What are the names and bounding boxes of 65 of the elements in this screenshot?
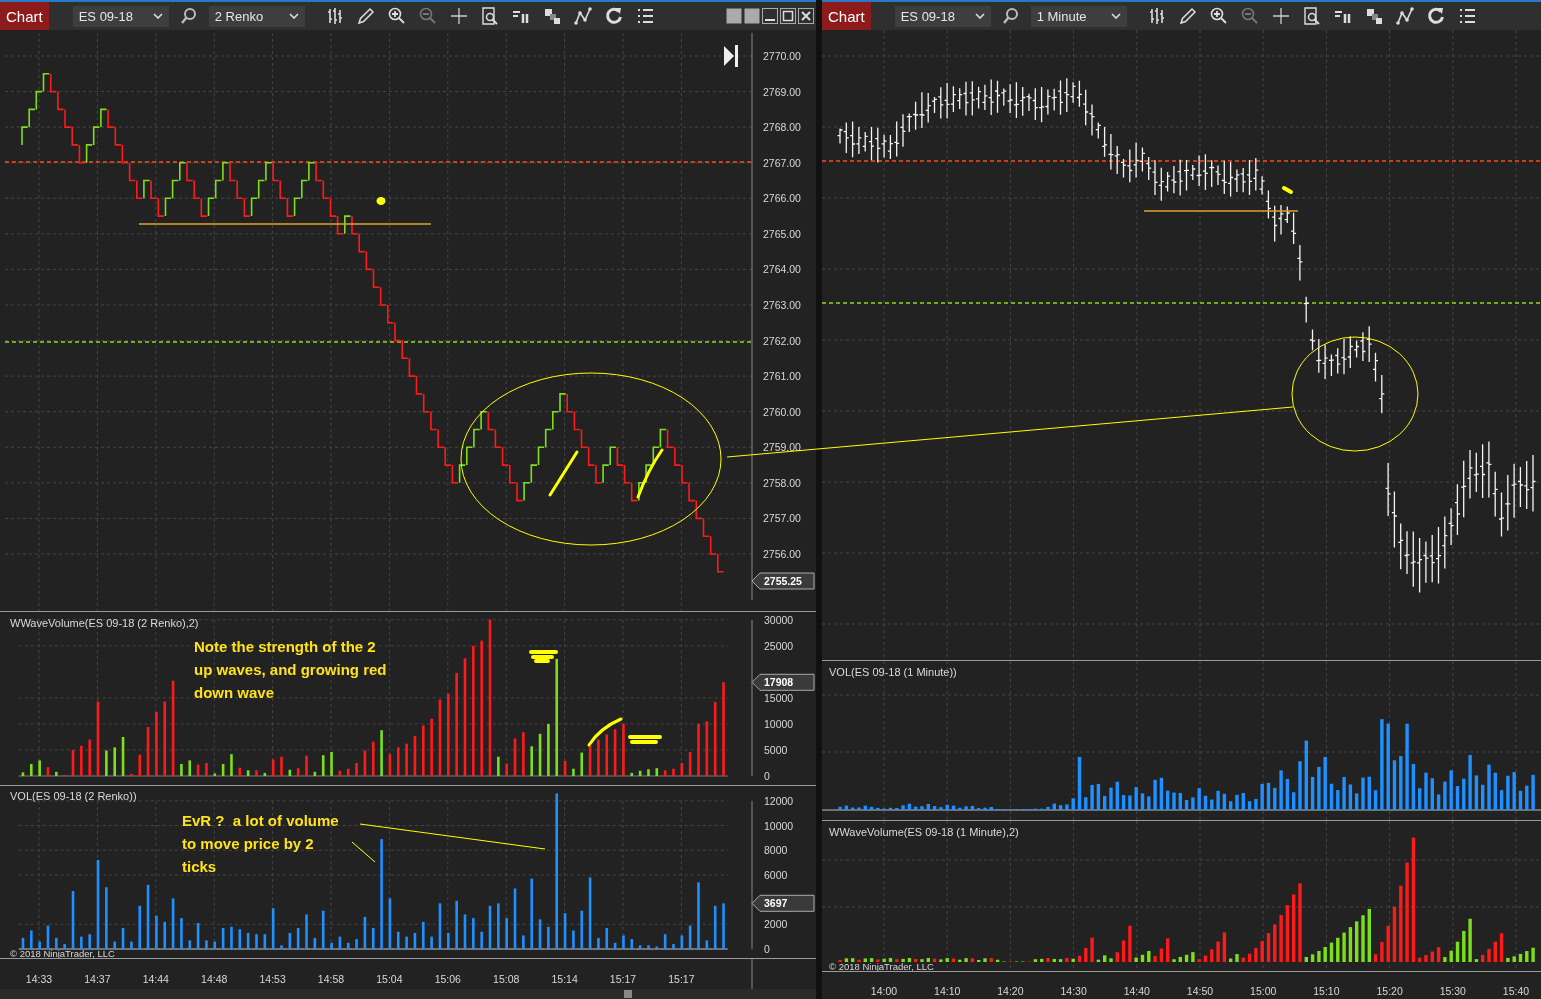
axis-label: 2760.00 [763, 405, 801, 418]
axis-label: 0 [764, 943, 770, 955]
time-label: 15:40 [1502, 985, 1530, 997]
time-label: 15:00 [1250, 985, 1277, 997]
time-label: 14:50 [1186, 985, 1214, 997]
axis-label: 2764.00 [763, 263, 801, 276]
time-label: 15:10 [1313, 985, 1340, 997]
axis-label: 2763.00 [763, 299, 801, 311]
panel-title: WWaveVolume(ES 09-18 (1 Minute),2) [829, 826, 1019, 838]
time-label: 14:40 [1123, 985, 1150, 997]
axis-label: 5000 [764, 743, 788, 756]
value-badge: 3697 [751, 894, 815, 912]
instrument-dropdown[interactable]: ES 09-18 [894, 5, 991, 27]
axis-label: 2770.00 [763, 50, 801, 62]
axis-label: 10000 [764, 819, 794, 832]
axis-label: 6000 [764, 868, 788, 881]
time-label: 14:33 [25, 973, 53, 985]
time-label: 14:30 [1060, 985, 1087, 997]
axis-label: 2765.00 [763, 227, 801, 240]
axis-label: 2769.00 [763, 85, 801, 98]
time-label: 15:14 [551, 973, 578, 985]
annotation-note: EvR ? a lot of volume to move price by 2 ticks [182, 811, 340, 877]
axis-label: 2759.00 [763, 441, 801, 454]
time-label: 15:20 [1376, 985, 1403, 997]
axis-label: 2766.00 [763, 192, 801, 205]
instrument-dropdown[interactable]: ES 09-18 [72, 5, 169, 27]
time-label: 14:10 [934, 985, 961, 997]
time-label: 15:08 [493, 973, 520, 985]
axis-label: 2756.00 [763, 548, 801, 560]
time-label: 14:48 [201, 973, 228, 985]
annotation-note: Note the strength of the 2 up waves, and growing red down wave [194, 637, 388, 703]
time-label: 14:00 [870, 985, 898, 997]
time-label: 15:17 [668, 973, 695, 985]
axis-label: 15000 [764, 691, 794, 704]
axis-label: 2757.00 [763, 512, 801, 525]
time-label: 15:30 [1439, 985, 1466, 997]
interval-dropdown[interactable]: 2 Renko [208, 5, 305, 27]
time-label: 14:53 [259, 973, 286, 985]
time-label: 14:58 [317, 973, 345, 985]
axis-label: 2767.00 [763, 156, 801, 169]
time-label: 14:37 [84, 973, 111, 985]
axis-label: 2762.00 [763, 334, 801, 347]
value-badge: 17908 [751, 673, 815, 691]
time-label: 15:04 [376, 973, 403, 985]
time-label: 15:17 [609, 973, 637, 985]
axis-label: 2768.00 [763, 121, 801, 134]
time-label: 14:44 [142, 973, 169, 985]
axis-label: 25000 [764, 639, 794, 652]
axis-label: 12000 [764, 794, 794, 807]
interval-dropdown[interactable]: 1 Minute [1030, 5, 1127, 27]
panel-title: VOL(ES 09-18 (2 Renko)) [10, 790, 137, 802]
axis-label: 2758.00 [763, 476, 801, 489]
time-label: 14:20 [997, 985, 1024, 997]
value-badge: 2755.25 [751, 572, 815, 590]
axis-label: 8000 [764, 844, 788, 857]
axis-label: 10000 [764, 717, 794, 730]
axis-label: 30000 [764, 613, 794, 626]
panel-title: VOL(ES 09-18 (1 Minute)) [829, 666, 957, 678]
time-label: 15:06 [434, 973, 461, 985]
chart-button[interactable]: Chart [822, 2, 871, 30]
chart-button[interactable]: Chart [0, 2, 49, 30]
axis-label: 0 [764, 770, 770, 782]
axis-label: 2000 [764, 918, 788, 931]
panel-title: WWaveVolume(ES 09-18 (2 Renko),2) [10, 617, 199, 629]
axis-label: 2761.00 [763, 370, 801, 383]
